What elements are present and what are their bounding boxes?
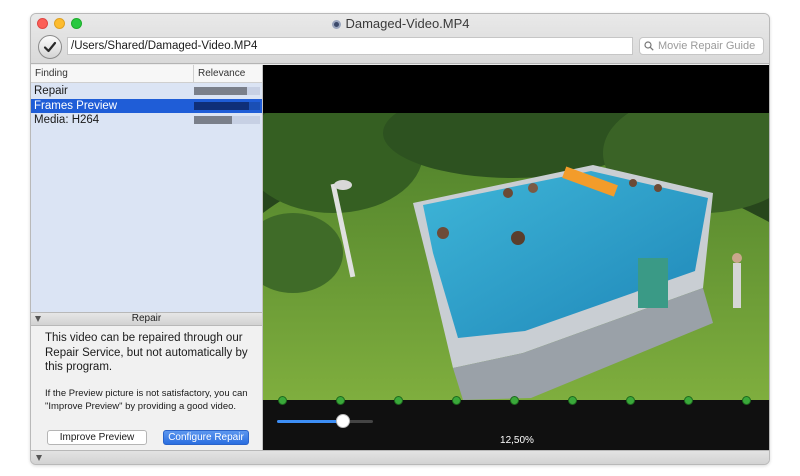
relevance-bar [194, 87, 260, 95]
bottom-bar [31, 450, 769, 464]
zoom-slider-track[interactable] [277, 420, 344, 423]
configure-repair-button[interactable]: Configure Repair [163, 430, 249, 445]
disclosure-triangle-icon[interactable] [35, 316, 41, 322]
finding-row[interactable]: Media: H264 [31, 113, 262, 127]
checkmark-icon [43, 41, 57, 53]
finding-label: Repair [34, 85, 68, 97]
repair-description: This video can be repaired through our R… [45, 332, 248, 373]
window-title: Damaged-Video.MP4 [345, 16, 470, 31]
frame-marker[interactable] [452, 396, 461, 405]
check-button[interactable] [38, 35, 62, 59]
frame-marker[interactable] [336, 396, 345, 405]
repair-note: If the Preview picture is not satisfacto… [45, 388, 248, 412]
zoom-level: 12,50% [500, 435, 534, 446]
frame-marker[interactable] [510, 396, 519, 405]
video-file-icon [332, 20, 342, 29]
improve-preview-button[interactable]: Improve Preview [47, 430, 147, 445]
findings-list: Finding Relevance Repair Frames Preview Me… [31, 65, 262, 312]
relevance-bar [194, 116, 260, 124]
column-header-relevance[interactable]: Relevance [193, 65, 245, 83]
video-preview: 12,50% [263, 65, 769, 450]
relevance-bar-fill [194, 116, 233, 124]
disclosure-triangle-icon[interactable] [36, 455, 42, 461]
playback-controls: 12,50% [263, 396, 769, 450]
frame-marker[interactable] [742, 396, 751, 405]
column-header-finding[interactable]: Finding [35, 65, 68, 82]
finding-label: Frames Preview [34, 99, 118, 112]
frame-marker[interactable] [626, 396, 635, 405]
frame-marker[interactable] [394, 396, 403, 405]
title-bar: Damaged-Video.MP4 /Users/Shared/Damaged-… [31, 14, 769, 64]
repair-section-header[interactable]: Repair [31, 312, 262, 326]
file-path-field[interactable]: /Users/Shared/Damaged-Video.MP4 [67, 37, 633, 55]
relevance-bar [194, 101, 260, 110]
repair-section: This video can be repaired through our R… [31, 326, 262, 450]
relevance-bar-fill [194, 101, 250, 110]
finding-row[interactable]: Repair [31, 84, 262, 98]
frame-marker[interactable] [278, 396, 287, 405]
list-header: Finding Relevance [31, 65, 262, 83]
app-window: Damaged-Video.MP4 /Users/Shared/Damaged-… [30, 13, 770, 465]
pool-scene-image [263, 113, 769, 400]
repair-section-title: Repair [131, 313, 162, 324]
search-input[interactable] [658, 40, 758, 52]
finding-row[interactable]: Frames Preview [31, 98, 262, 113]
frame-marker[interactable] [684, 396, 693, 405]
finding-label: Media: H264 [34, 114, 100, 126]
preview-frame-image [263, 113, 769, 400]
left-panel: Finding Relevance Repair Frames Preview Me… [31, 65, 263, 450]
search-box[interactable] [639, 37, 764, 55]
search-icon [644, 41, 654, 51]
frame-markers [263, 396, 769, 406]
frame-marker[interactable] [568, 396, 577, 405]
relevance-bar-fill [194, 87, 247, 95]
zoom-slider-knob[interactable] [336, 414, 351, 428]
window-title-wrap: Damaged-Video.MP4 [31, 16, 769, 31]
